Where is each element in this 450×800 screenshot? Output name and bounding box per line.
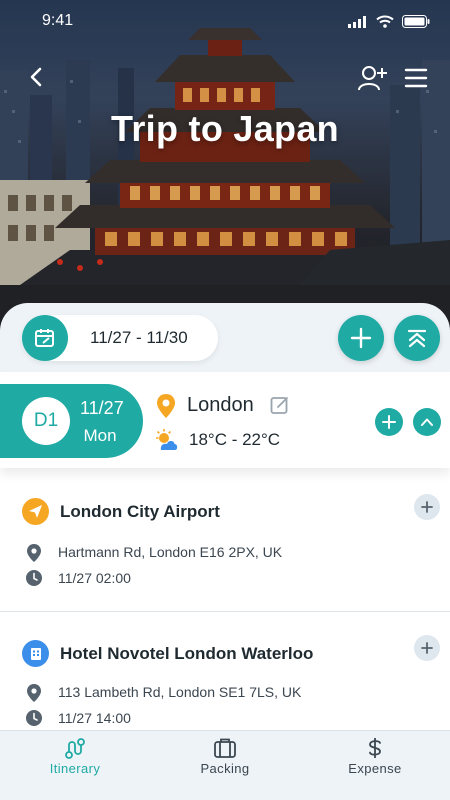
collapse-top-icon	[407, 329, 427, 348]
wifi-icon	[376, 15, 394, 28]
place-add-button[interactable]	[414, 635, 440, 661]
tab-label: Itinerary	[49, 761, 101, 776]
plus-icon	[421, 501, 433, 513]
tab-label: Expense	[348, 761, 402, 776]
place-address: 113 Lambeth Rd, London SE1 7LS, UK	[58, 684, 302, 700]
add-person-icon[interactable]	[358, 64, 388, 92]
tab-packing[interactable]: Packing	[150, 731, 300, 800]
location-pin-icon	[157, 394, 175, 418]
day-date: 11/27	[80, 398, 124, 418]
tab-itinerary[interactable]: Itinerary	[0, 731, 150, 800]
location-pin-icon	[27, 684, 41, 702]
day-header: D1 11/27 Mon London 18°C - 22°C	[0, 372, 450, 468]
tab-bar: Itinerary Packing Expense	[0, 730, 450, 800]
calendar-edit-icon	[35, 329, 54, 347]
tab-expense[interactable]: Expense	[300, 731, 450, 800]
status-time: 9:41	[42, 12, 74, 29]
date-bar: 11/27 - 11/30	[0, 303, 450, 378]
day-weekday: Mon	[83, 426, 117, 445]
date-range-picker[interactable]: 11/27 - 11/30	[22, 315, 218, 361]
menu-icon[interactable]	[404, 66, 428, 90]
place-name: London City Airport	[60, 502, 220, 521]
trip-title: Trip to Japan	[111, 108, 339, 149]
route-icon	[65, 738, 85, 759]
plus-icon	[421, 642, 433, 654]
back-arrow-icon[interactable]	[24, 62, 50, 92]
temple-photo	[0, 0, 450, 330]
plus-icon	[382, 415, 396, 429]
collapse-all-button[interactable]	[394, 315, 440, 361]
place-time: 11/27 14:00	[58, 710, 131, 726]
place-address: Hartmann Rd, London E16 2PX, UK	[58, 544, 283, 560]
dollar-icon	[369, 738, 381, 758]
clock-icon	[26, 710, 42, 726]
edit-icon[interactable]	[270, 395, 290, 415]
partly-cloudy-icon	[156, 429, 178, 450]
signal-icon	[348, 15, 366, 28]
day-temperature: 18°C - 22°C	[189, 430, 281, 449]
add-place-button[interactable]	[375, 408, 403, 436]
suitcase-icon	[214, 738, 236, 758]
battery-icon	[402, 15, 430, 28]
day-badge[interactable]: D1 11/27 Mon	[0, 384, 143, 458]
place-card[interactable]: Hotel Novotel London Waterloo 113 Lambet…	[0, 620, 450, 730]
place-time: 11/27 02:00	[58, 570, 131, 586]
status-bar: 9:41	[0, 12, 450, 34]
place-name: Hotel Novotel London Waterloo	[60, 644, 314, 663]
add-day-button[interactable]	[338, 315, 384, 361]
plus-icon	[350, 327, 372, 349]
place-card[interactable]: London City Airport Hartmann Rd, London …	[0, 478, 450, 612]
clock-icon	[26, 570, 42, 586]
collapse-day-button[interactable]	[413, 408, 441, 436]
date-range-label: 11/27 - 11/30	[90, 328, 188, 347]
day-code: D1	[22, 397, 70, 445]
place-add-button[interactable]	[414, 494, 440, 520]
tab-label: Packing	[200, 761, 250, 776]
hotel-icon	[22, 640, 49, 667]
hero-image: 9:41 Trip to Japan	[0, 0, 450, 330]
chevron-up-icon	[421, 418, 433, 426]
calendar-button[interactable]	[22, 315, 68, 361]
day-location: London	[187, 394, 254, 416]
location-pin-icon	[27, 544, 41, 562]
plane-icon	[22, 498, 49, 525]
